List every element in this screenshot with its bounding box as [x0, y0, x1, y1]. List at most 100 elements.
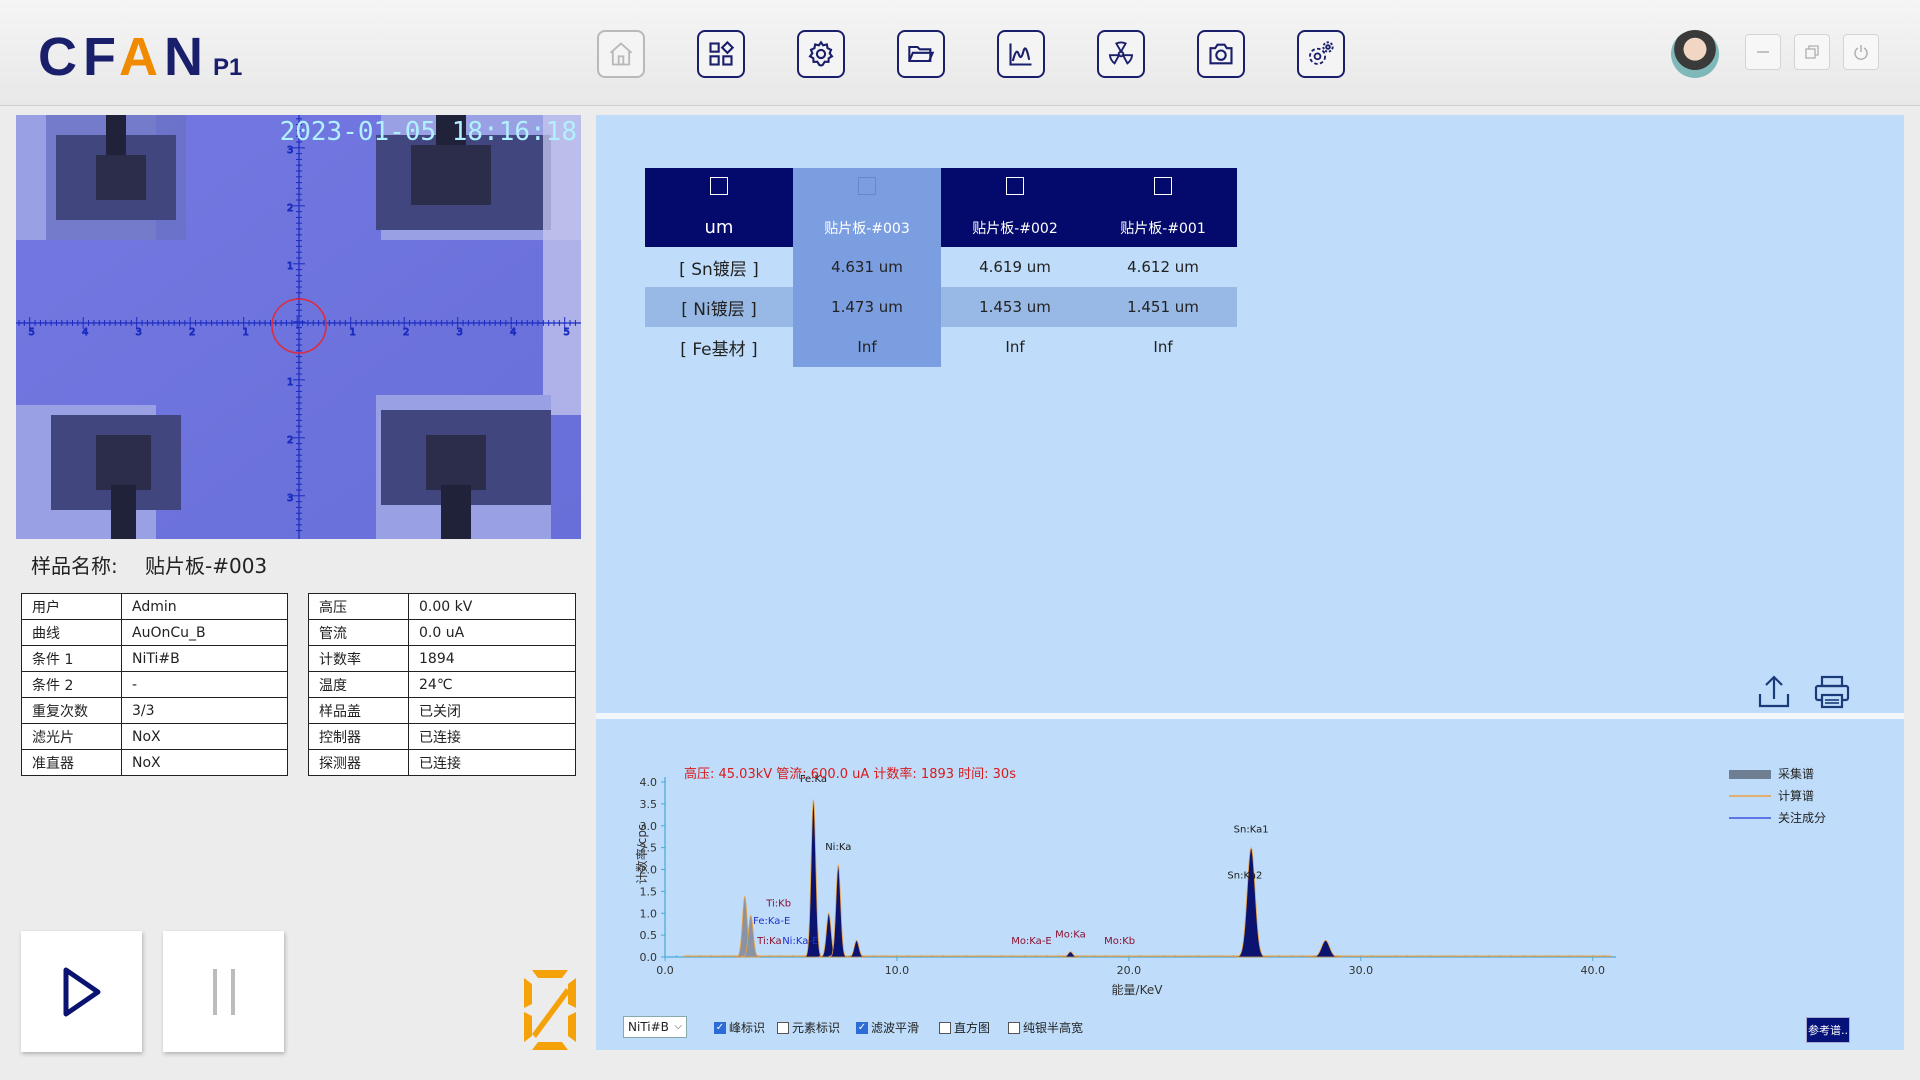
info-value: -	[121, 671, 288, 698]
sample-header-1[interactable]: 贴片板-#003	[793, 208, 941, 247]
thickness-value: Inf	[793, 327, 941, 367]
x-tick-label: 30.0	[1349, 964, 1374, 977]
y-tick-label: 3.5	[640, 798, 658, 811]
info-row: 温度 24℃	[308, 671, 576, 698]
info-value: NoX	[121, 749, 288, 776]
info-key: 准直器	[21, 749, 122, 776]
info-value: 3/3	[121, 697, 288, 724]
power-icon	[1854, 45, 1868, 60]
power-button[interactable]	[1843, 34, 1879, 70]
thickness-value: 4.631 um	[793, 247, 941, 287]
spectrum-legend: 采集谱计算谱关注成分	[1729, 766, 1826, 825]
info-row: 控制器 已连接	[308, 723, 576, 750]
info-row: 用户 Admin	[21, 593, 288, 620]
camera-timestamp: 2023-01-05 18:16:18	[279, 117, 577, 147]
apps-button[interactable]	[697, 30, 745, 78]
info-row: 准直器 NoX	[21, 749, 288, 776]
y-tick-label: 1.5	[640, 885, 658, 898]
radiation-button[interactable]	[1097, 30, 1145, 78]
checkbox-box[interactable]	[777, 1021, 789, 1034]
legend-label: 关注成分	[1778, 810, 1826, 825]
info-value: 0.0 uA	[408, 619, 576, 646]
sample-header-2[interactable]: 贴片板-#002	[941, 208, 1089, 247]
print-icon[interactable]	[1812, 672, 1852, 712]
info-value: NoX	[121, 723, 288, 750]
camera-x-tick: 4	[82, 327, 88, 338]
folder-icon	[908, 45, 935, 63]
sample-checkbox-1[interactable]	[858, 177, 876, 195]
open-folder-button[interactable]	[897, 30, 945, 78]
app-header: CFAN P1	[0, 0, 1920, 106]
table-row: [ Fe基材 ] Inf Inf Inf	[645, 327, 1237, 367]
info-row: 滤光片 NoX	[21, 723, 288, 750]
info-row: 计数率 1894	[308, 645, 576, 672]
y-tick-label: 4.0	[640, 776, 658, 789]
user-avatar[interactable]	[1671, 30, 1719, 78]
spectrum-icon	[1009, 43, 1032, 66]
peak-annotation: Sn:Ka1	[1234, 824, 1269, 835]
checkbox-box[interactable]	[939, 1021, 951, 1034]
info-key: 高压	[308, 593, 409, 620]
option-label: 元素标识	[792, 1021, 841, 1035]
info-row: 重复次数 3/3	[21, 697, 288, 724]
pause-button[interactable]	[163, 931, 284, 1052]
option-3-checkbox[interactable]: 直方图	[939, 1019, 990, 1036]
spectrum-peak	[804, 799, 823, 958]
checkbox-box[interactable]	[1008, 1021, 1020, 1034]
minimize-button[interactable]	[1745, 34, 1781, 70]
option-label: 峰标识	[729, 1021, 766, 1035]
info-value: AuOnCu_B	[121, 619, 288, 646]
sample-checkbox-2[interactable]	[1006, 177, 1024, 195]
export-icon[interactable]	[1754, 672, 1794, 712]
reference-spectrum-button[interactable]: 参考谱..	[1806, 1017, 1850, 1043]
peak-annotation: Mo:Kb	[1104, 936, 1135, 947]
camera-button[interactable]	[1197, 30, 1245, 78]
checkbox-box[interactable]	[714, 1021, 726, 1034]
results-panel: um 贴片板-#003 贴片板-#002 贴片板-#001 [ Sn镀层 ] 4…	[596, 115, 1904, 713]
info-value: 1894	[408, 645, 576, 672]
advanced-settings-icon	[1308, 41, 1334, 65]
sample-header-3[interactable]: 贴片板-#001	[1089, 208, 1237, 247]
settings-button[interactable]	[797, 30, 845, 78]
unit-column-checkbox[interactable]	[710, 177, 728, 195]
camera-view[interactable]: 5432112345 321123 2023-01-05 18:16:18	[16, 115, 581, 539]
thickness-value: 1.473 um	[793, 287, 941, 327]
info-value: NiTi#B	[121, 645, 288, 672]
info-key: 重复次数	[21, 697, 122, 724]
option-0-checkbox[interactable]: 峰标识	[714, 1019, 765, 1036]
option-4-checkbox[interactable]: 纯银半高宽	[1008, 1019, 1083, 1036]
y-axis-label: 计数率/cps	[634, 824, 649, 885]
thickness-value: 4.619 um	[979, 258, 1051, 276]
x-tick-label: 0.0	[656, 964, 674, 977]
y-tick-label: 1.0	[640, 907, 658, 920]
info-key: 滤光片	[21, 723, 122, 750]
peak-annotation: Ni:Ka-E	[782, 936, 818, 947]
info-row: 条件 1 NiTi#B	[21, 645, 288, 672]
advanced-settings-button[interactable]	[1297, 30, 1345, 78]
condition-select[interactable]: NiTi#B ⌵	[623, 1016, 687, 1038]
option-1-checkbox[interactable]: 元素标识	[777, 1019, 840, 1036]
checkbox-box[interactable]	[856, 1021, 868, 1034]
thickness-value: 1.453 um	[941, 287, 1089, 327]
minimize-icon	[1757, 51, 1769, 53]
peak-annotation: Mo:Ka	[1055, 929, 1086, 940]
info-key: 条件 1	[21, 645, 122, 672]
play-button[interactable]	[21, 931, 142, 1052]
info-value: 已连接	[408, 723, 576, 750]
thickness-value: 4.612 um	[1127, 258, 1199, 276]
option-2-checkbox[interactable]: 滤波平滑	[856, 1019, 919, 1036]
camera-x-tick: 3	[136, 327, 142, 338]
spectrum-peak	[1309, 939, 1342, 958]
restore-button[interactable]	[1794, 34, 1830, 70]
info-table-right: 高压 0.00 kV 管流 0.0 uA 计数率 1894 温度 24℃ 样品盖 已关闭 控制器 已连…	[308, 593, 576, 776]
info-key: 管流	[308, 619, 409, 646]
home-button[interactable]	[597, 30, 645, 78]
camera-x-tick: 5	[564, 327, 570, 338]
spectrum-button[interactable]	[997, 30, 1045, 78]
sample-checkbox-3[interactable]	[1154, 177, 1172, 195]
camera-x-tick: 1	[350, 327, 356, 338]
camera-y-tick: 1	[287, 377, 293, 388]
info-key: 计数率	[308, 645, 409, 672]
peak-annotation: Mo:Ka-E	[1011, 936, 1052, 947]
peak-annotation: Sn:Ka2	[1227, 870, 1262, 881]
